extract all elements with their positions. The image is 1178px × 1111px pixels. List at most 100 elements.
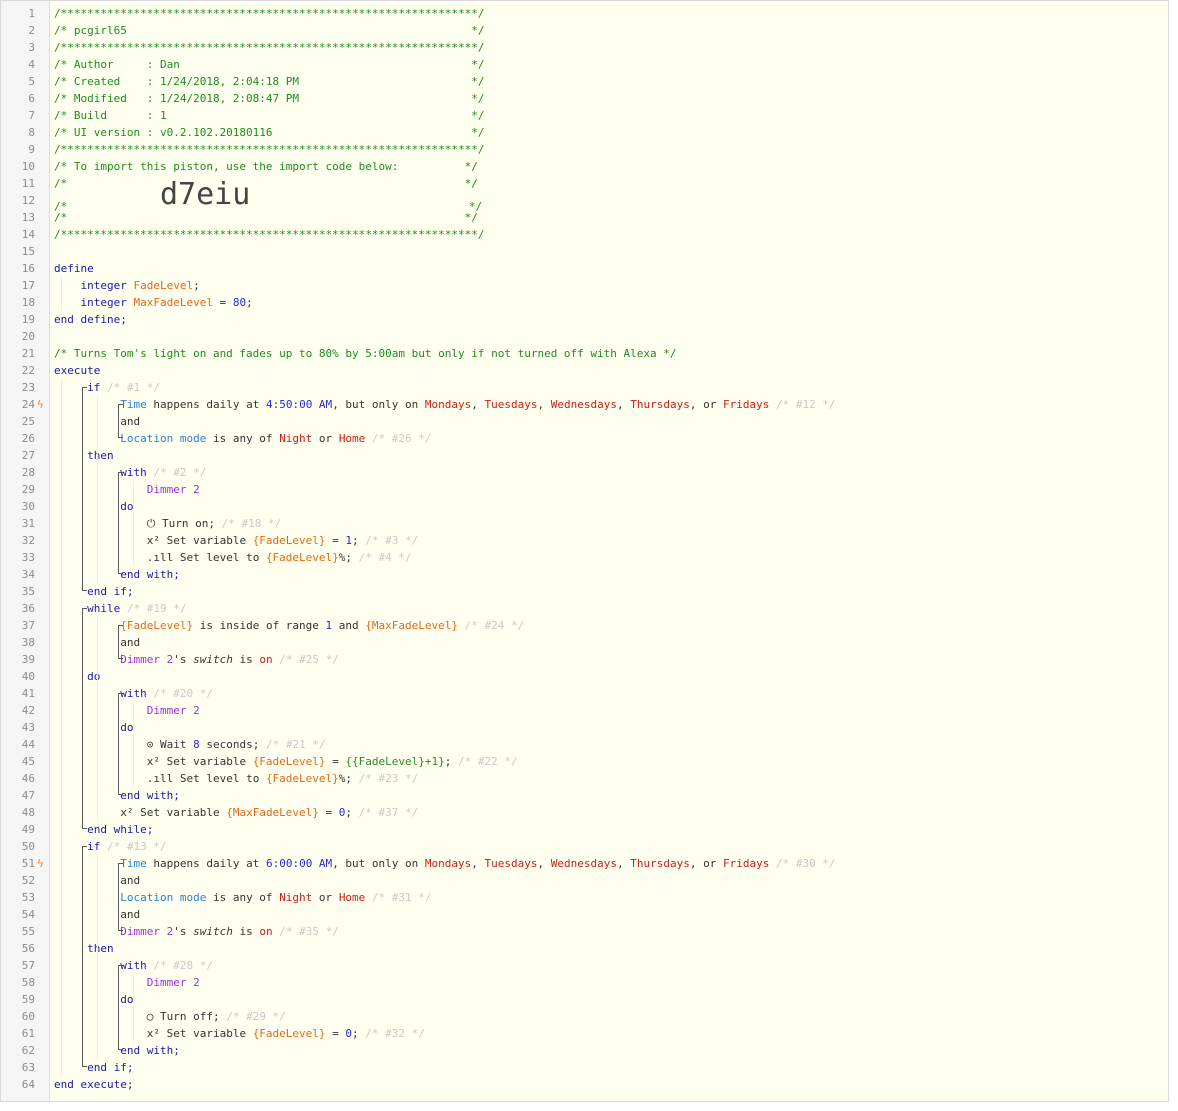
code-token: 4:50:00 AM [265,398,333,411]
variable-icon: x² [146,755,160,768]
code-line: 63 end if; [1,1059,1168,1076]
code-text: /* To import this piston, use the import… [54,158,478,175]
code-token: do [120,721,134,734]
code-token: , [537,857,551,870]
code-token: /* To import this piston, use the import… [54,160,478,173]
code-token: end with; [120,789,180,802]
code-line: 50 if /* #13 */ [1,838,1168,855]
code-text: do [54,991,133,1008]
code-token: and [120,908,141,921]
code-text: while /* #19 */ [54,600,186,617]
code-token: and [120,636,141,649]
code-token: with [120,466,147,479]
code-line: 4 /* Author : Dan */ [1,56,1168,73]
code-line: 22 execute [1,362,1168,379]
code-token: end if; [87,585,134,598]
indent-guide [97,617,98,821]
code-line: 20 [1,328,1168,345]
code-line: 13 /* */ [1,209,1168,226]
code-text: ⏻ Turn on; /* #18 */ [54,515,282,532]
code-token: is any of [206,891,280,904]
code-text: ◯ Turn off; /* #29 */ [54,1008,286,1025]
line-number: 63 [21,1061,35,1074]
line-number: 10 [21,160,35,173]
line-number: 50 [21,840,35,853]
code-token: = [325,534,346,547]
code-line: 16 define [1,260,1168,277]
code-text: Dimmer 2 [54,481,200,498]
code-line: 48 x² Set variable {MaxFadeLevel} = 0; /… [1,804,1168,821]
code-token: {MaxFadeLevel} [226,806,319,819]
code-token: with [120,687,147,700]
code-line: 8 /* UI version : v0.2.102.20180116 */ [1,124,1168,141]
code-token: {FadeLevel} [252,755,326,768]
code-token: end with; [120,568,180,581]
code-line: 26 Location mode is any of Night or Home… [1,430,1168,447]
code-text: /***************************************… [54,141,484,158]
code-token: , [616,398,631,411]
code-token: /* #23 */ [352,772,419,785]
code-token: Mondays [424,857,472,870]
line-number: 60 [21,1010,35,1023]
code-text: with /* #28 */ [54,957,213,974]
block-guide [82,608,87,829]
code-line: 60 ◯ Turn off; /* #29 */ [1,1008,1168,1025]
code-text: ⊙ Wait 8 seconds; /* #21 */ [54,736,326,753]
code-token: Fridays [722,857,770,870]
code-text: define [54,260,94,277]
code-token: /* #19 */ [120,602,187,615]
code-line: 28 with /* #2 */ [1,464,1168,481]
indent-guide [61,277,62,311]
code-line: 32 x² Set variable {FadeLevel} = 1; /* #… [1,532,1168,549]
code-line: 6 /* Modified : 1/24/2018, 2:08:47 PM */ [1,90,1168,107]
line-number: 17 [21,279,35,292]
code-token: Thursdays [630,398,690,411]
code-text: if /* #1 */ [54,379,160,396]
code-token: {{FadeLevel}+1} [345,755,445,768]
line-number: 37 [21,619,35,632]
code-token: d7eiu [159,177,251,212]
code-line: 30 do [1,498,1168,515]
code-token: /***************************************… [54,7,485,20]
line-number: 5 [28,75,35,88]
line-number: 31 [21,517,35,530]
code-text: end execute; [54,1076,133,1093]
code-token: or [312,891,339,904]
code-token: Dimmer 2 [146,976,200,989]
line-number: 14 [21,228,35,241]
code-token: and [120,415,141,428]
code-line: 17 integer FadeLevel; [1,277,1168,294]
code-line: 33 .ıll Set level to {FadeLevel}%; /* #4… [1,549,1168,566]
variable-icon: x² [120,806,134,819]
code-text: if /* #13 */ [54,838,166,855]
line-number: 15 [21,245,35,258]
code-token: is any of [206,432,280,445]
variable-icon: x² [146,534,160,547]
code-line: 21 /* Turns Tom's light on and fades up t… [1,345,1168,362]
level-icon: .ıll [146,551,174,564]
code-text: Time happens daily at 4:50:00 AM, but on… [54,396,835,413]
line-number: 47 [21,789,35,802]
line-number: 26 [21,432,35,445]
code-token: /***************************************… [54,228,485,241]
code-token: = [325,1027,346,1040]
code-line: 53 Location mode is any of Night or Home… [1,889,1168,906]
code-token: Set variable [159,755,253,768]
code-line: 38 and [1,634,1168,651]
code-text: /* */ [54,175,478,192]
line-number: 25 [21,415,35,428]
code-line: 5 /* Created : 1/24/2018, 2:04:18 PM */ [1,73,1168,90]
line-number: 52 [21,874,35,887]
line-number: 58 [21,976,35,989]
piston-code-viewer: 1 /**************************************… [0,0,1169,1102]
code-token: ; [352,1027,359,1040]
bolt-icon: ϟ [37,857,44,870]
code-line: 12/* d7eiu */ [1,180,1168,214]
code-line: 18 integer MaxFadeLevel = 80; [1,294,1168,311]
code-token: with [120,959,147,972]
line-number: 57 [21,959,35,972]
